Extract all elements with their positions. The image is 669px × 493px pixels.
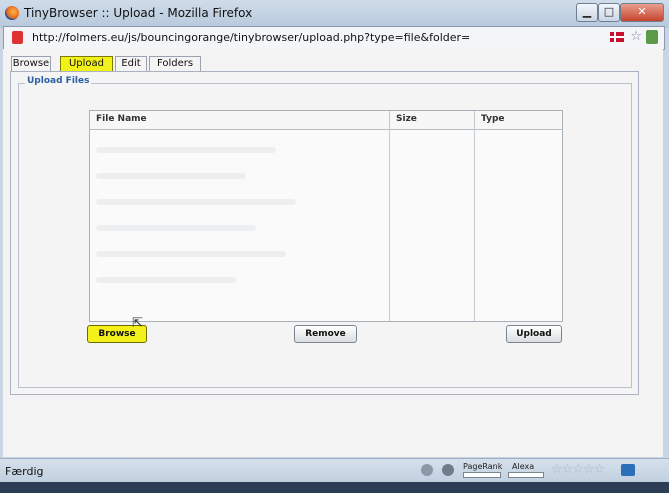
alexa-bar [508, 472, 544, 478]
list-item [96, 173, 246, 179]
upload-button[interactable]: Upload [506, 325, 562, 343]
tab-upload[interactable]: Upload [60, 56, 113, 71]
file-queue-table[interactable]: File Name Size Type [89, 110, 563, 322]
column-type: Type [481, 114, 505, 124]
window-titlebar[interactable]: TinyBrowser :: Upload - Mozilla Firefox … [0, 0, 669, 28]
pagerank-bar [463, 472, 501, 478]
maximize-button[interactable]: □ [598, 3, 620, 22]
alexa-label: Alexa [512, 462, 535, 471]
taskbar-strip [0, 482, 669, 493]
danish-flag-icon[interactable] [610, 32, 624, 42]
globe-icon[interactable] [442, 464, 454, 476]
addon-icon[interactable] [421, 464, 433, 476]
firefox-logo-icon [5, 6, 19, 20]
url-text[interactable]: http://folmers.eu/js/bouncingorange/tiny… [32, 31, 470, 44]
address-bar[interactable]: http://folmers.eu/js/bouncingorange/tiny… [3, 26, 665, 50]
list-item [96, 251, 286, 257]
tab-browse[interactable]: Browse [11, 56, 51, 71]
table-header: File Name Size Type [90, 111, 562, 130]
status-text: Færdig [5, 465, 44, 478]
minimize-button[interactable]: ▁ [576, 3, 598, 22]
go-icon[interactable] [646, 30, 658, 44]
upload-panel: Upload Files File Name Size Type Browse … [10, 71, 639, 395]
upload-files-legend: Upload Files [25, 76, 92, 86]
list-item [96, 277, 236, 283]
mouse-cursor-icon: ⇱ [132, 316, 143, 331]
rating-stars-icon[interactable]: ☆☆☆☆☆ [551, 462, 605, 477]
window-title: TinyBrowser :: Upload - Mozilla Firefox [24, 6, 253, 20]
remove-button[interactable]: Remove [294, 325, 357, 343]
column-file-name: File Name [96, 114, 147, 124]
list-item [96, 225, 256, 231]
bookmark-star-icon[interactable]: ☆ [630, 29, 642, 44]
extension-icon[interactable] [621, 464, 635, 476]
list-item [96, 147, 276, 153]
tab-edit[interactable]: Edit [115, 56, 147, 71]
tab-folders[interactable]: Folders [149, 56, 201, 71]
column-size: Size [396, 114, 417, 124]
pagerank-label: PageRank [463, 462, 503, 471]
status-bar: Færdig PageRank Alexa ☆☆☆☆☆ [0, 458, 669, 483]
column-divider [474, 111, 475, 321]
page-content: Browse Upload Edit Folders Upload Files … [3, 49, 663, 457]
list-item [96, 199, 296, 205]
column-divider [389, 111, 390, 321]
page-favicon-icon [12, 31, 23, 44]
close-button[interactable]: ✕ [620, 3, 664, 22]
